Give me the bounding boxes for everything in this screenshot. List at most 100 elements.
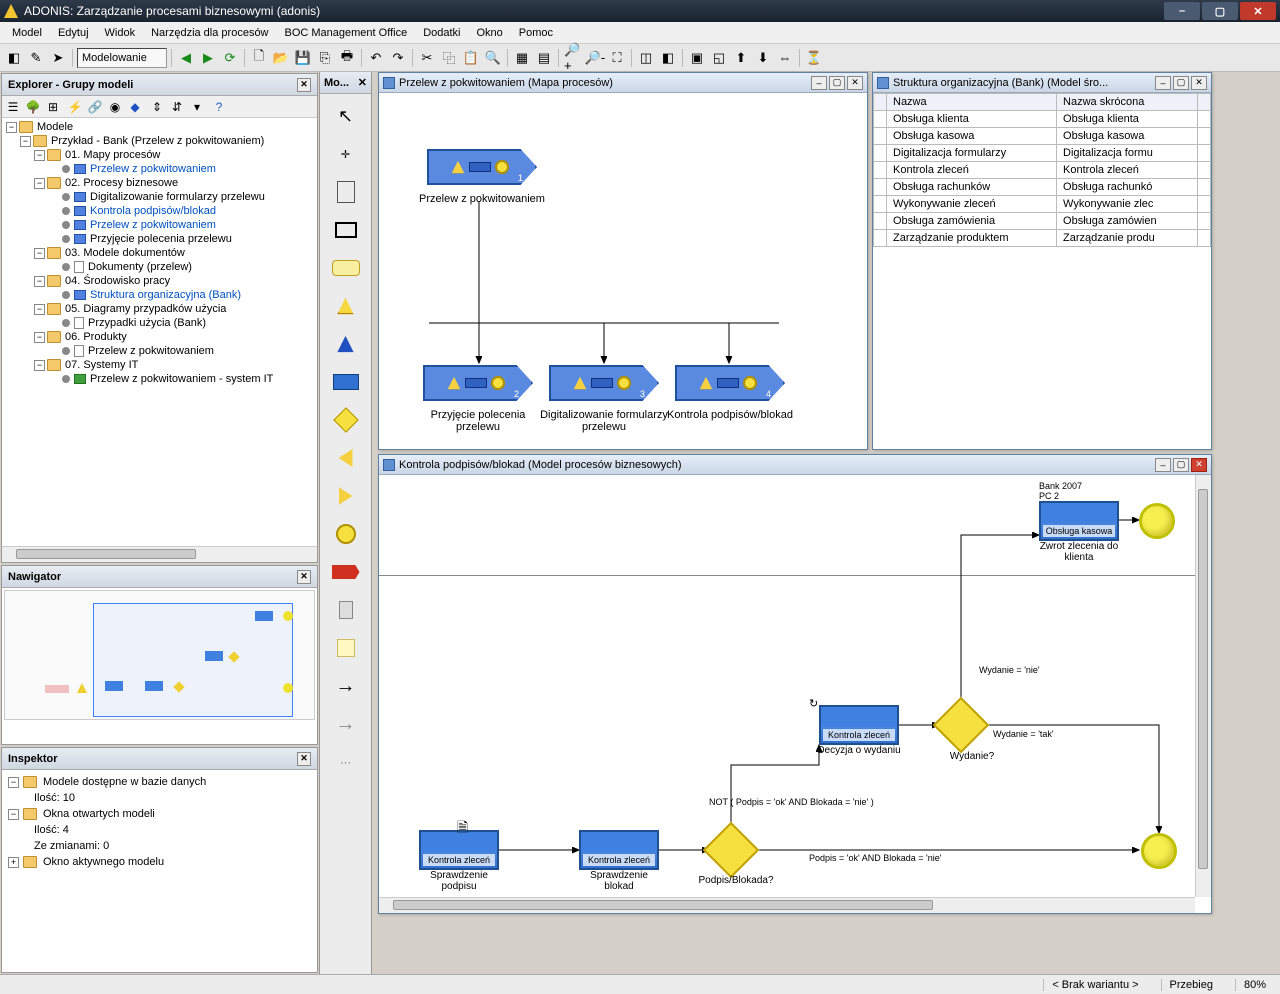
org-th-short[interactable]: Nazwa skrócona: [1057, 94, 1198, 111]
tb-ungroup-icon[interactable]: ◱: [709, 48, 729, 68]
map-child-2[interactable]: 3: [549, 365, 659, 401]
menu-model[interactable]: Model: [4, 25, 50, 41]
tb-paste-icon[interactable]: 📋: [461, 48, 481, 68]
menu-addons[interactable]: Dodatki: [415, 25, 468, 41]
map-child-1[interactable]: 2: [423, 365, 533, 401]
exp-tb-circle-icon[interactable]: ◉: [106, 98, 124, 116]
tree-toggle[interactable]: −: [34, 248, 45, 259]
seq-flow-icon[interactable]: →: [330, 672, 362, 700]
tb-undo-icon[interactable]: ↶: [366, 48, 386, 68]
tb-copy-icon[interactable]: ⿻: [439, 48, 459, 68]
bpm-activity-decyzja[interactable]: Kontrola zleceń Decyzja o wydaniu: [819, 705, 904, 756]
bpm-hscroll[interactable]: [379, 897, 1195, 913]
decision-shape-icon[interactable]: [330, 406, 362, 434]
bpm-activity-zwrot[interactable]: Obsługa kasowa Zwrot zlecenia do klienta: [1039, 501, 1124, 563]
org-table[interactable]: Nazwa Nazwa skrócona Obsługa klientaObsł…: [873, 93, 1211, 247]
doc-bpm-titlebar[interactable]: Kontrola podpisów/blokad (Model procesów…: [379, 455, 1211, 475]
tree-toggle[interactable]: −: [34, 304, 45, 315]
merge-left-shape-icon[interactable]: [330, 444, 362, 472]
doc-minimize-button[interactable]: –: [811, 76, 827, 90]
tb-zoomfit-icon[interactable]: ⛶: [607, 48, 627, 68]
menu-boc[interactable]: BOC Management Office: [277, 25, 416, 41]
exp-tb-filter-icon[interactable]: ▾: [188, 98, 206, 116]
insp-toggle[interactable]: +: [8, 857, 19, 868]
exp-tb-list-icon[interactable]: ☰: [4, 98, 22, 116]
merge-right-shape-icon[interactable]: [330, 482, 362, 510]
exp-tb-tree-icon[interactable]: 🌳: [24, 98, 42, 116]
end-shape-icon[interactable]: [330, 520, 362, 548]
process-shape-icon[interactable]: [330, 254, 362, 282]
tb-refresh-icon[interactable]: ⟳: [220, 48, 240, 68]
tb-back-icon[interactable]: ◀: [176, 48, 196, 68]
explorer-close-icon[interactable]: ✕: [297, 78, 311, 92]
doc-minimize-button[interactable]: –: [1155, 76, 1171, 90]
navigator-close-icon[interactable]: ✕: [297, 570, 311, 584]
tb-zoomin-icon[interactable]: 🔎+: [563, 48, 583, 68]
tb-arrow-icon[interactable]: ➤: [48, 48, 68, 68]
doc-org-titlebar[interactable]: Struktura organizacyjna (Bank) (Model śr…: [873, 73, 1211, 93]
tree-toggle[interactable]: −: [34, 150, 45, 161]
tree-f03[interactable]: 03. Modele dokumentów: [65, 247, 185, 259]
tb-layout2-icon[interactable]: ▤: [534, 48, 554, 68]
table-row[interactable]: Obsługa klientaObsługa klienta: [874, 111, 1211, 128]
bpm-decision-wydanie[interactable]: [941, 705, 981, 745]
bpm-vscroll[interactable]: [1195, 475, 1211, 897]
tb-save-icon[interactable]: 💾: [293, 48, 313, 68]
data-shape-icon[interactable]: [330, 596, 362, 624]
tree-f01a[interactable]: Przelew z pokwitowaniem: [90, 163, 216, 175]
map-child-3[interactable]: 4: [675, 365, 785, 401]
navigator-thumb[interactable]: [4, 590, 315, 720]
tb-front-icon[interactable]: ⬆: [731, 48, 751, 68]
start-hollow-shape-icon[interactable]: [330, 292, 362, 320]
table-row[interactable]: Obsługa kasowaObsługa kasowa: [874, 128, 1211, 145]
insp-toggle[interactable]: −: [8, 777, 19, 788]
mode-combo[interactable]: Modelowanie: [77, 48, 167, 68]
minimize-button[interactable]: –: [1164, 2, 1200, 20]
tb-saveall-icon[interactable]: ⎘: [315, 48, 335, 68]
tb-print-icon[interactable]: 🖶: [337, 48, 357, 68]
table-row[interactable]: Zarządzanie produktemZarządzanie produ: [874, 230, 1211, 247]
tree-f02c[interactable]: Przelew z pokwitowaniem: [90, 219, 216, 231]
tree-toggle[interactable]: −: [6, 122, 17, 133]
doc-close-button[interactable]: ✕: [1191, 76, 1207, 90]
tb-pickmode-icon[interactable]: ✎: [26, 48, 46, 68]
tb-redo-icon[interactable]: ↷: [388, 48, 408, 68]
doc-close-button[interactable]: ✕: [847, 76, 863, 90]
tb-align2-icon[interactable]: ◧: [658, 48, 678, 68]
menu-window[interactable]: Okno: [468, 25, 510, 41]
tb-open-icon[interactable]: 📂: [271, 48, 291, 68]
map-parent-node[interactable]: 1: [427, 149, 537, 185]
close-button[interactable]: ✕: [1240, 2, 1276, 20]
strip-close-icon[interactable]: ✕: [358, 76, 367, 89]
menu-edit[interactable]: Edytuj: [50, 25, 97, 41]
activity-shape-icon[interactable]: [330, 368, 362, 396]
tb-find-icon[interactable]: 🔍: [483, 48, 503, 68]
menu-help[interactable]: Pomoc: [511, 25, 561, 41]
tree-f06[interactable]: 06. Produkty: [65, 331, 127, 343]
tree-f03a[interactable]: Dokumenty (przelew): [88, 261, 192, 273]
doc-maximize-button[interactable]: ▢: [829, 76, 845, 90]
more-shapes-icon[interactable]: ⋯: [330, 748, 362, 776]
exp-tb-collapse-icon[interactable]: ⇵: [168, 98, 186, 116]
tree-f02[interactable]: 02. Procesy biznesowe: [65, 177, 178, 189]
bpm-end-1[interactable]: [1139, 503, 1175, 539]
tree-f07[interactable]: 07. Systemy IT: [65, 359, 138, 371]
assoc-flow-icon[interactable]: →: [330, 710, 362, 738]
navigator-body[interactable]: [2, 588, 317, 744]
tb-sim-icon[interactable]: ⏳: [804, 48, 824, 68]
doc-minimize-button[interactable]: –: [1155, 458, 1171, 472]
exp-tb-expand-icon[interactable]: ⇕: [148, 98, 166, 116]
snap-tool-icon[interactable]: ✛: [330, 140, 362, 168]
tree-toggle[interactable]: −: [34, 276, 45, 287]
inspector-body[interactable]: −Modele dostępne w bazie danych Ilość: 1…: [2, 770, 317, 972]
inspector-close-icon[interactable]: ✕: [297, 752, 311, 766]
tree-bank[interactable]: Przykład - Bank (Przelew z pokwitowaniem…: [51, 135, 264, 147]
maximize-button[interactable]: ▢: [1202, 2, 1238, 20]
tree-f05a[interactable]: Przypadki użycia (Bank): [88, 317, 206, 329]
pool-shape-icon[interactable]: [330, 216, 362, 244]
exp-tb-hierarchy-icon[interactable]: ⊞: [44, 98, 62, 116]
doc-maximize-button[interactable]: ▢: [1173, 458, 1189, 472]
menu-process-tools[interactable]: Narzędzia dla procesów: [143, 25, 276, 41]
doc-map-canvas[interactable]: 1 Przelew z pokwitowaniem 2 Przyjęcie po…: [379, 93, 867, 449]
tb-zoomout-icon[interactable]: 🔎-: [585, 48, 605, 68]
